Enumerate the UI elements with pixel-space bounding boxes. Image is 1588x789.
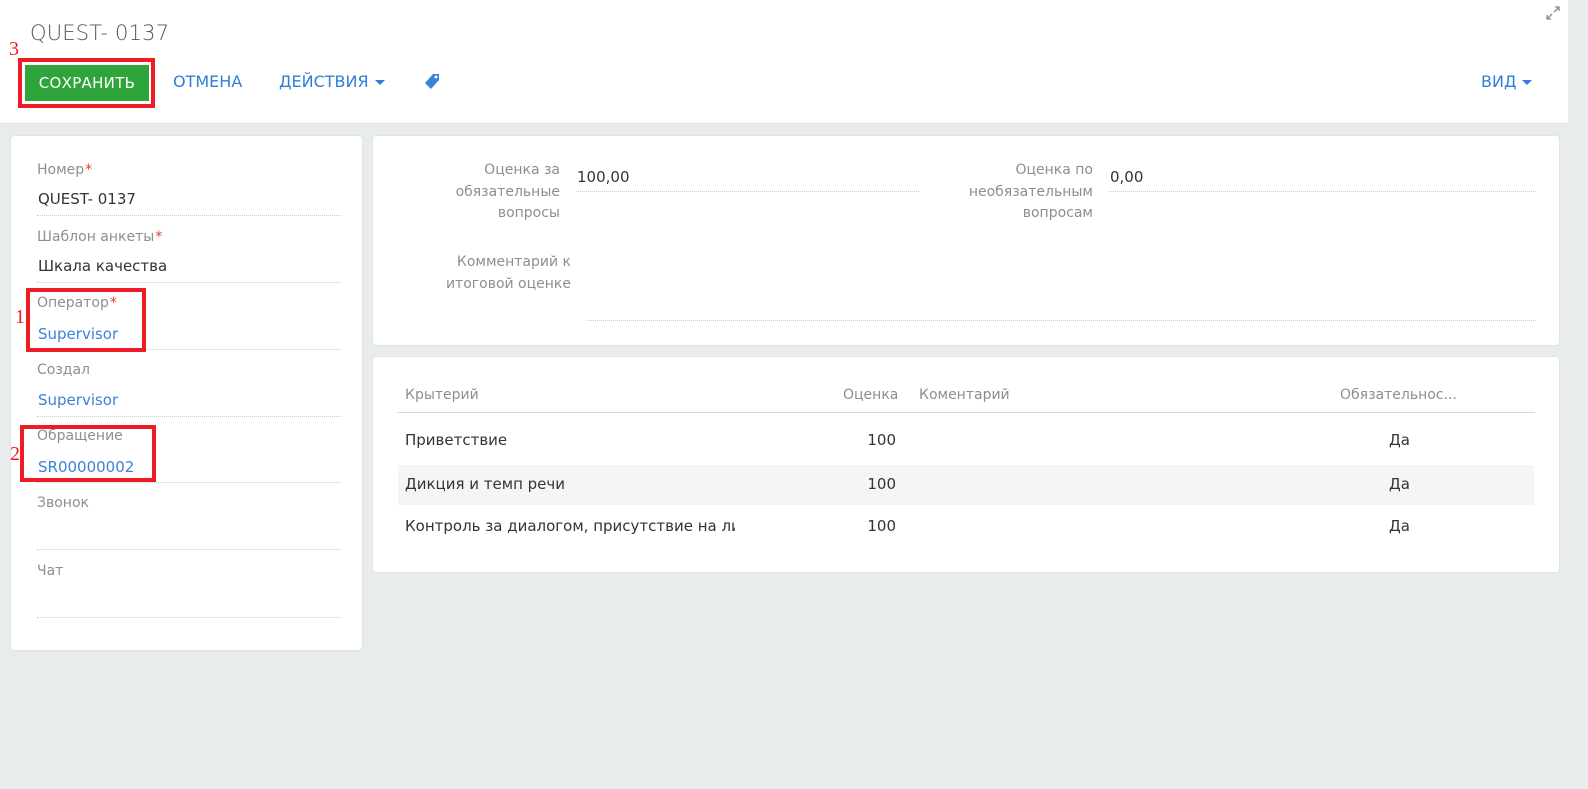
table-row[interactable]: Приветствие 100 Да xyxy=(398,421,1534,461)
criterion-cell: Контроль за диалогом, присутствие на лин… xyxy=(405,517,735,535)
table-row[interactable]: Дикция и темп речи 100 Да xyxy=(398,465,1534,505)
field-underline xyxy=(37,549,341,550)
tag-icon[interactable] xyxy=(424,73,440,91)
caret-down-icon xyxy=(374,80,385,85)
score-cell: 100 xyxy=(867,517,896,535)
required-mark: * xyxy=(155,229,163,245)
column-header-comment[interactable]: Коментарий xyxy=(919,387,1010,403)
field-underline xyxy=(37,617,341,618)
criterion-cell: Дикция и темп речи xyxy=(405,475,566,493)
annotation-number-2: 2 xyxy=(10,443,20,465)
caret-down-icon xyxy=(1522,80,1533,85)
expand-icon[interactable] xyxy=(1546,6,1560,20)
comment-field-underline xyxy=(587,320,1536,321)
score-cell: 100 xyxy=(867,431,896,449)
page-header: QUEST- 0137 СОХРАНИТЬ ОТМЕНА ДЕЙСТВИЯ ВИ… xyxy=(0,0,1568,124)
field-underline xyxy=(37,215,341,216)
mandatory-score-value[interactable]: 100,00 xyxy=(577,168,630,186)
template-value: Шкала качества xyxy=(38,257,168,275)
column-header-criterion[interactable]: Крытерий xyxy=(405,387,479,403)
view-label: ВИД xyxy=(1481,72,1517,91)
score-cell: 100 xyxy=(867,475,896,493)
record-details-panel: Номер* QUEST- 0137 Шаблон анкеты* Шкала … xyxy=(10,135,363,651)
field-underline xyxy=(1109,191,1536,192)
cancel-button[interactable]: ОТМЕНА xyxy=(173,72,242,91)
actions-label: ДЕЙСТВИЯ xyxy=(279,72,369,91)
number-value: QUEST- 0137 xyxy=(38,190,136,208)
required-cell: Да xyxy=(1389,431,1410,449)
column-header-score[interactable]: Оценка xyxy=(843,387,898,403)
page-title: QUEST- 0137 xyxy=(30,21,170,45)
required-mark: * xyxy=(85,162,93,178)
criterion-cell: Приветствие xyxy=(405,431,508,449)
annotation-box-save xyxy=(18,58,155,108)
annotation-number-1: 1 xyxy=(15,306,25,328)
scores-panel: Оценка за обязательные вопросы 100,00 Оц… xyxy=(372,135,1560,346)
field-underline xyxy=(37,482,341,483)
optional-score-label: Оценка по необязательным вопросам xyxy=(968,162,1093,221)
annotation-number-3: 3 xyxy=(9,38,19,60)
field-underline xyxy=(576,191,919,192)
criteria-table: Крытерий Оценка Коментарий Обязательнос.… xyxy=(372,356,1560,573)
optional-score-value[interactable]: 0,00 xyxy=(1110,168,1143,186)
required-cell: Да xyxy=(1389,475,1410,493)
field-underline xyxy=(37,416,341,417)
chat-label: Чат xyxy=(37,563,64,579)
annotation-box-case xyxy=(20,425,156,482)
number-label: Номер xyxy=(37,162,85,178)
call-label: Звонок xyxy=(37,495,89,511)
created-by-label: Создал xyxy=(37,362,90,378)
field-underline xyxy=(37,282,341,283)
annotation-box-operator xyxy=(26,288,146,352)
view-dropdown[interactable]: ВИД xyxy=(1481,72,1533,91)
comment-label: Комментарий к итоговой оценке xyxy=(445,254,571,292)
required-cell: Да xyxy=(1389,517,1410,535)
table-row[interactable]: Контроль за диалогом, присутствие на лин… xyxy=(398,507,1534,547)
created-by-link[interactable]: Supervisor xyxy=(38,391,118,409)
header-divider xyxy=(397,412,1535,413)
template-label: Шаблон анкеты xyxy=(37,229,155,245)
mandatory-score-label: Оценка за обязательные вопросы xyxy=(455,162,560,221)
actions-dropdown[interactable]: ДЕЙСТВИЯ xyxy=(279,72,385,91)
column-header-required[interactable]: Обязательнос... xyxy=(1340,387,1457,403)
cancel-label: ОТМЕНА xyxy=(173,72,243,91)
